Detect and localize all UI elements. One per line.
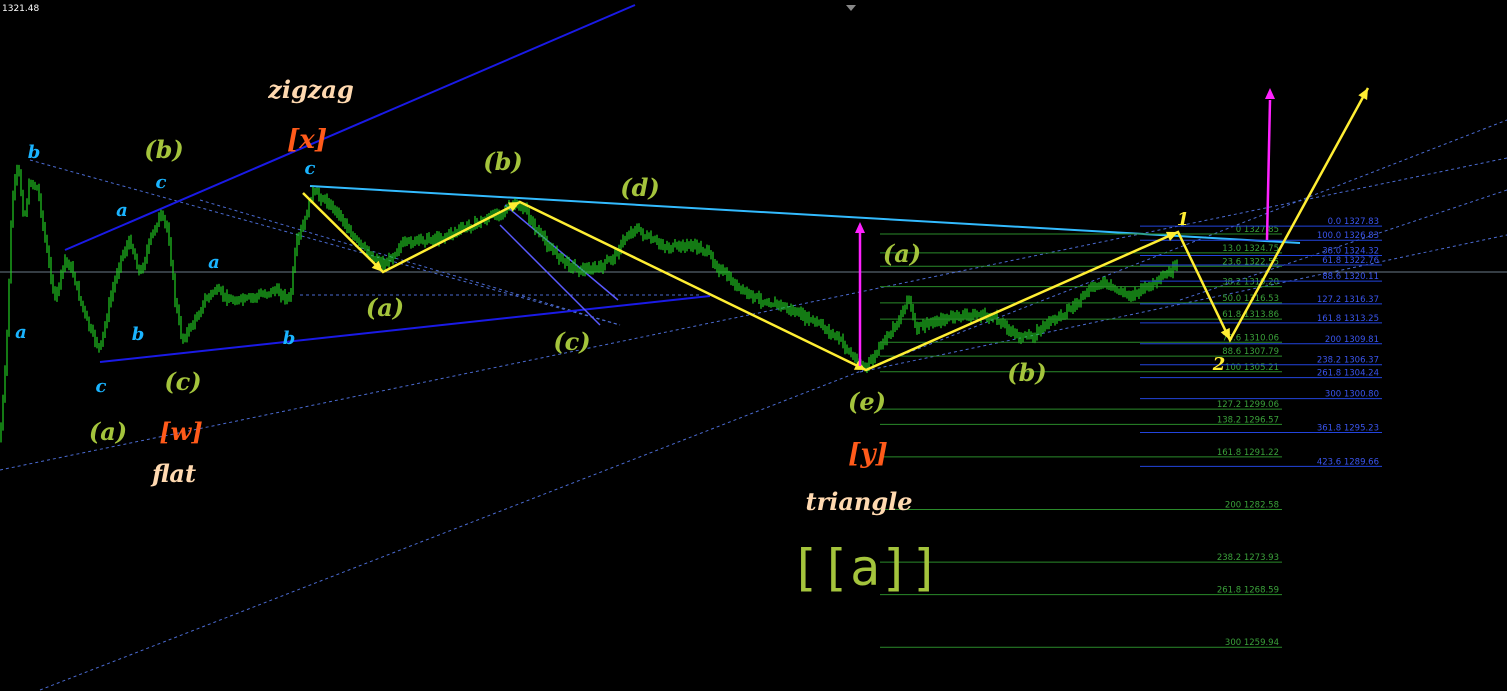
wave-label-yellow: 2: [1212, 354, 1226, 375]
wave-arrowhead: [1358, 88, 1368, 101]
wave-label-green: (c): [553, 327, 590, 356]
fib-extension-label: 200 1309.81: [1325, 335, 1379, 345]
wave-label-green: (a): [89, 417, 127, 446]
fib-extension-label: 300 1300.80: [1325, 390, 1379, 400]
fib-extension-label: 238.2 1306.37: [1317, 356, 1379, 366]
wave-label-green: (b): [144, 135, 184, 164]
wave-path: [302, 87, 1370, 372]
wave-label-blue: b: [132, 324, 145, 345]
fib-level-label: 61.8 1313.86: [1222, 310, 1279, 320]
wave-label-blue: a: [208, 252, 220, 273]
channel-upper-line: [64, 4, 636, 251]
fib-extension-label: 261.8 1304.24: [1317, 369, 1379, 379]
wave-label-green: (a): [366, 293, 404, 322]
wave-label-blue: b: [28, 142, 41, 163]
fib-extension-label: 61.8 1322.76: [1322, 256, 1379, 266]
fib-extension-label: 100.0 1326.83: [1317, 231, 1379, 241]
wave-label-orange: [x]: [287, 125, 327, 155]
wave-label-cream: flat: [150, 459, 196, 488]
fib-level-label: 38.2 1319.20: [1222, 278, 1279, 288]
wave-labels: a b c a b c a b c (a) (b) (c) (a) (b) (c) (d) (e) (a) (b) […: [15, 75, 1225, 597]
elliott-wave-chart: 0 1327.8513.0 1324.7523.6 1322.5538.2 13…: [0, 4, 1507, 691]
wave-label-blue: a: [116, 200, 128, 221]
fib-extension-label: 127.2 1316.37: [1317, 295, 1379, 305]
wave-label-cream: triangle: [805, 487, 912, 516]
wave-label-green: (c): [164, 367, 201, 396]
target-arrowhead: [855, 222, 865, 233]
fib-extension-label: 361.8 1295.23: [1317, 423, 1379, 433]
fib-level-label: 161.8 1291.22: [1217, 448, 1279, 458]
degree-label: [[a]]: [790, 539, 941, 597]
fib-extension-label: 0.0 1327.83: [1328, 217, 1379, 227]
wave-label-blue: c: [96, 376, 107, 397]
wave-label-cream: zigzag: [267, 75, 354, 104]
fib-level-label: 13.0 1324.75: [1222, 244, 1279, 254]
fib-extension-label: 161.8 1313.25: [1317, 314, 1379, 324]
fib-extension-label: 88.6 1320.11: [1322, 272, 1379, 282]
fib-extension-label: 423.6 1289.66: [1317, 457, 1379, 467]
wave-label-blue: b: [283, 328, 296, 349]
wave-label-blue: c: [305, 158, 316, 179]
wave-label-yellow: 1: [1177, 209, 1190, 230]
wave-label-green: (d): [620, 173, 660, 202]
fib-level-label: 127.2 1299.06: [1217, 400, 1279, 410]
wave-label-blue: c: [156, 172, 167, 193]
wave-label-green: (a): [883, 239, 921, 268]
target-arrow: [1265, 99, 1272, 241]
fib-level-label: 300 1259.94: [1225, 638, 1279, 648]
fib-level-label: 200 1282.58: [1225, 500, 1279, 510]
fib-level-label: 261.8 1268.59: [1217, 586, 1279, 596]
fibonacci-levels: 0 1327.8513.0 1324.7523.6 1322.5538.2 13…: [880, 217, 1382, 648]
wave-label-orange: [w]: [159, 417, 202, 446]
dotted-trendline: [39, 119, 1507, 691]
fib-level-label: 138.2 1296.57: [1217, 415, 1279, 425]
chevron-down-icon: [846, 5, 856, 11]
fib-level-label: 238.2 1273.93: [1217, 553, 1279, 563]
price-readout: 1321.48: [2, 4, 40, 14]
dotted-trendline: [29, 159, 621, 326]
fib-level-label: 88.6 1307.79: [1222, 347, 1279, 357]
fib-extension-label: 38.0 1324.32: [1322, 246, 1379, 256]
guide-lines: [0, 4, 1507, 691]
wave-label-green: (b): [483, 147, 523, 176]
target-arrowhead: [1265, 88, 1275, 99]
wave-label-orange: [y]: [848, 439, 888, 469]
wave-label-green: (e): [848, 387, 886, 416]
wave-label-green: (b): [1007, 358, 1047, 387]
price-candles: [0, 164, 1178, 443]
wave-label-blue: a: [15, 322, 27, 343]
